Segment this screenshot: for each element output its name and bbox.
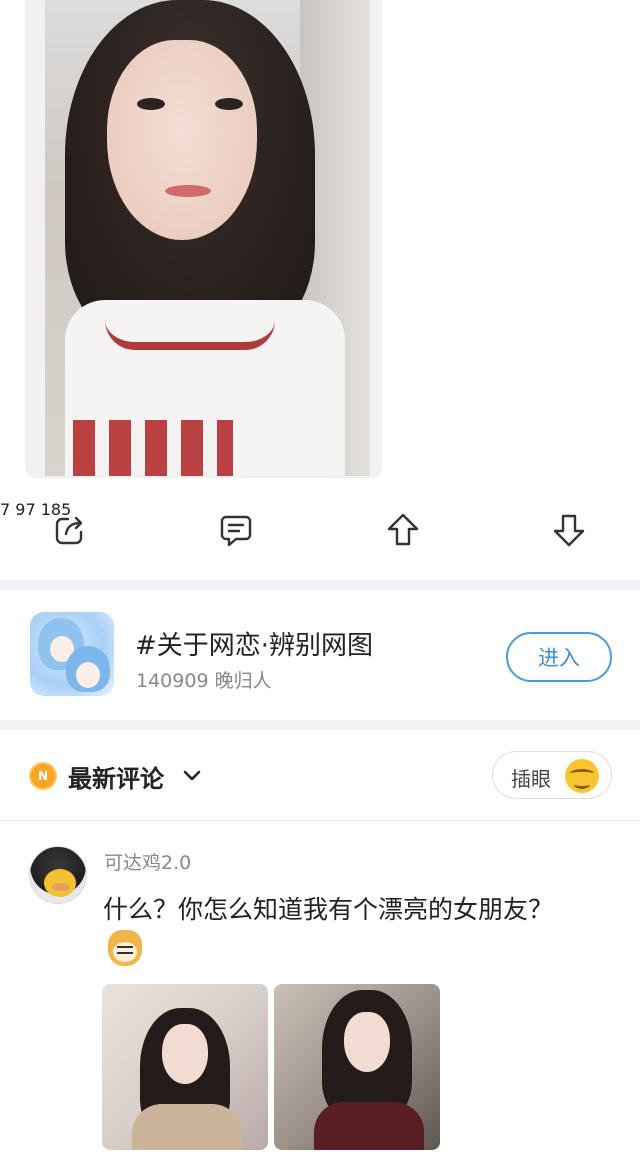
comment-image[interactable] (102, 984, 268, 1150)
section-divider (0, 580, 640, 590)
thumb-face (344, 1012, 390, 1072)
jersey-letters (73, 420, 233, 476)
photo-lips (165, 185, 211, 197)
comment-username[interactable]: 可达鸡2.0 (104, 848, 191, 875)
post-action-bar: 7 97 185 (0, 500, 640, 560)
thumb-face (162, 1024, 208, 1084)
avatar-char-face-2 (76, 662, 100, 688)
avatar-beak (52, 883, 70, 891)
topic-subtitle: 140909 晚归人 (136, 670, 272, 692)
photo-eye-right (215, 98, 243, 110)
comments-sort-title[interactable]: 最新评论 (68, 759, 164, 794)
thumb-shirt (314, 1102, 424, 1150)
chevron-down-icon[interactable] (180, 763, 204, 787)
topic-title: #关于网恋·辨别网图 (135, 631, 374, 661)
sunglasses-emoji-icon (565, 759, 599, 793)
comment-item: 可达鸡2.0 什么？你怎么知道我有个漂亮的女朋友？ (0, 822, 640, 1166)
comment-text: 什么？你怎么知道我有个漂亮的女朋友？ (103, 895, 554, 924)
bookmark-peek-button[interactable]: 插眼 (492, 751, 612, 799)
photo-eye-left (137, 98, 165, 110)
comment-count: 97 (15, 500, 36, 519)
doge-emoji-icon (108, 930, 142, 966)
peek-label: 插眼 (511, 767, 551, 791)
photo-jersey (65, 300, 345, 476)
comment-icon (220, 515, 252, 547)
share-icon (55, 516, 83, 545)
section-divider (0, 720, 640, 730)
new-badge-icon: N (31, 764, 55, 788)
upvote-button[interactable] (385, 510, 421, 550)
comments-header: N 最新评论 插眼 (0, 731, 640, 821)
photo-face (107, 40, 257, 240)
share-count: 7 (0, 500, 11, 519)
comment-image[interactable] (274, 984, 440, 1150)
upvote-icon (387, 513, 419, 546)
join-button[interactable]: 进入 (506, 632, 612, 682)
jersey-trim (105, 320, 275, 350)
comment-button[interactable] (218, 510, 254, 550)
topic-card[interactable]: #关于网恋·辨别网图 140909 晚归人 进入 (0, 592, 640, 720)
thumb-shirt (132, 1104, 242, 1150)
share-button[interactable] (52, 510, 88, 550)
topic-avatar (30, 612, 114, 696)
downvote-button[interactable] (551, 510, 587, 550)
post-photo[interactable] (25, 0, 382, 478)
downvote-icon (553, 514, 585, 547)
avatar[interactable] (29, 846, 87, 904)
photo-background (45, 0, 370, 476)
